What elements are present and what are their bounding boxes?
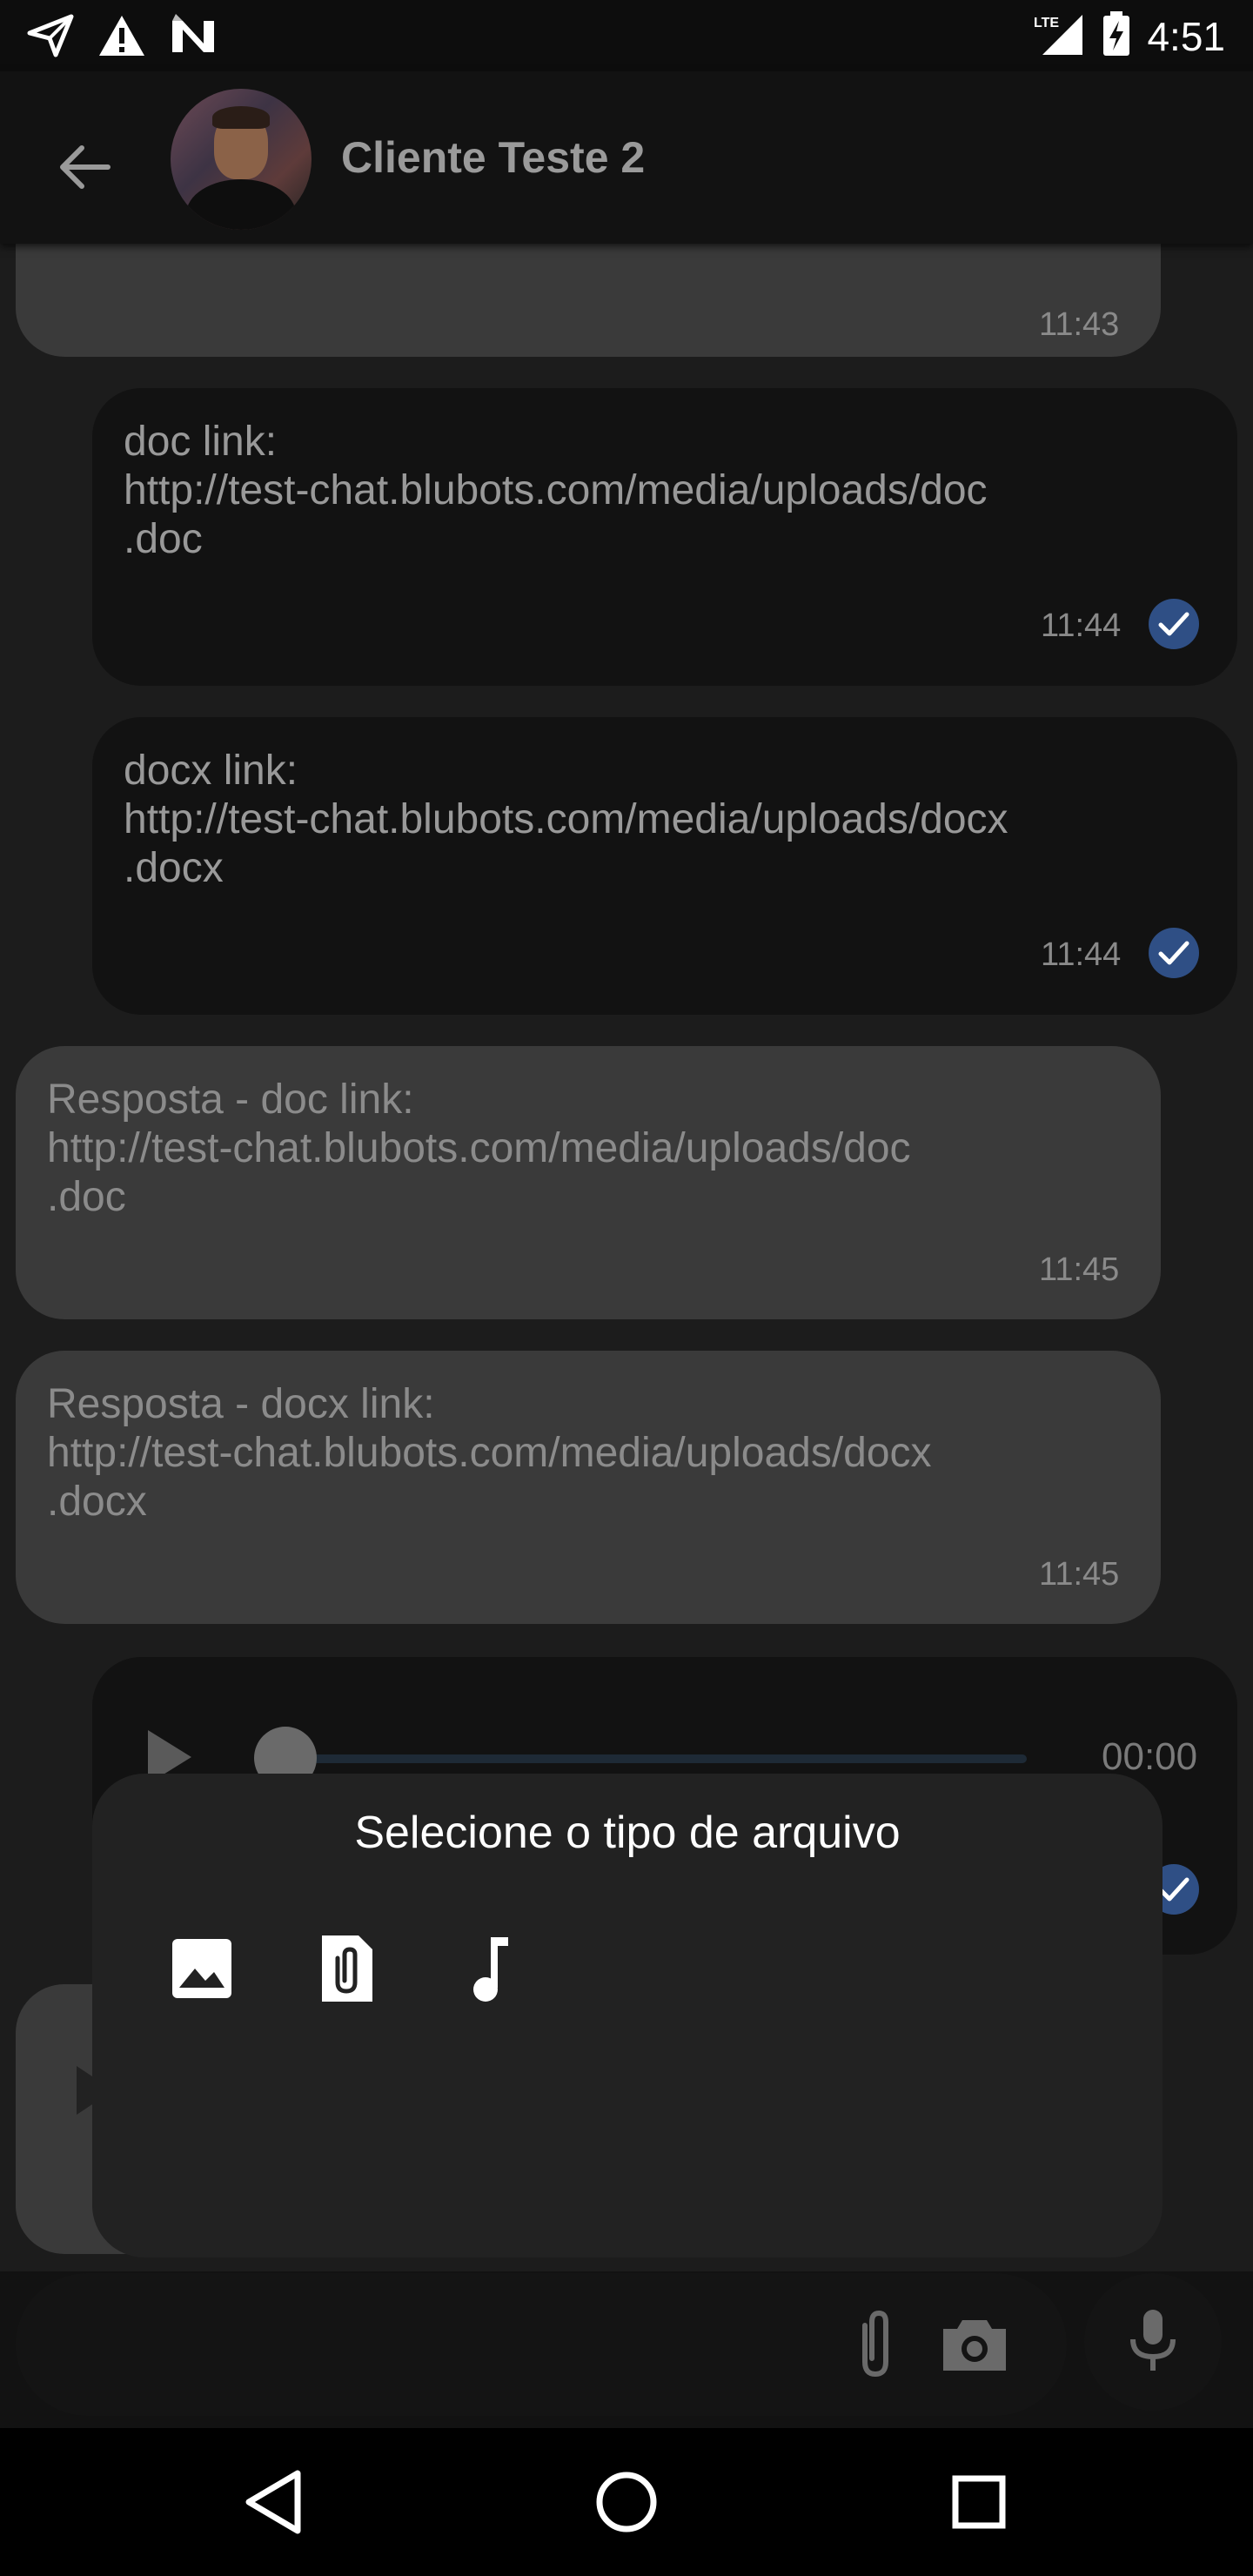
message-text: doc link: http://test-chat.blubots.com/m…: [124, 419, 988, 562]
read-check-icon: [1149, 928, 1199, 978]
attach-button[interactable]: [835, 2304, 915, 2385]
warning-icon: [97, 14, 146, 62]
image-icon: [172, 1939, 231, 1998]
message-time: 11:45: [1039, 1556, 1120, 1593]
recents-square-icon: [952, 2475, 1006, 2529]
message-text: Resposta - doc link: http://test-chat.bl…: [47, 1077, 911, 1220]
home-circle-icon: [596, 2472, 657, 2532]
message-bubble-outgoing[interactable]: docx link: http://test-chat.blubots.com/…: [92, 717, 1237, 1015]
send-notification-icon: [26, 14, 75, 62]
contact-name[interactable]: Cliente Teste 2: [341, 132, 645, 183]
message-bubble-outgoing[interactable]: doc link: http://test-chat.blubots.com/m…: [92, 388, 1237, 686]
system-nav-bar: [0, 2428, 1253, 2576]
chat-header: Cliente Teste 2: [0, 71, 1253, 244]
mic-button[interactable]: [1084, 2273, 1222, 2411]
audio-duration: 00:00: [1102, 1735, 1198, 1778]
arrow-back-icon: [60, 145, 111, 189]
nav-back-button[interactable]: [228, 2454, 324, 2550]
camera-button[interactable]: [935, 2304, 1015, 2385]
document-attachment-icon: [322, 1935, 372, 2002]
message-input-bar[interactable]: [16, 2273, 1067, 2416]
n-logo-icon: [169, 14, 218, 62]
nav-home-button[interactable]: [579, 2454, 674, 2550]
message-text: docx link: http://test-chat.blubots.com/…: [124, 748, 1008, 891]
message-time: 11:44: [1041, 607, 1122, 644]
paperclip-icon: [862, 2310, 888, 2378]
message-time: 11:43: [1039, 306, 1120, 343]
dialog-title: Selecione o tipo de arquivo: [354, 1808, 901, 1858]
camera-icon: [943, 2320, 1006, 2371]
nav-recents-button[interactable]: [931, 2454, 1027, 2550]
message-time: 11:44: [1041, 936, 1122, 973]
battery-charging-icon: [1102, 10, 1131, 62]
message-bubble-incoming[interactable]: Resposta - docx link: http://test-chat.b…: [16, 1351, 1161, 1624]
message-bubble-incoming[interactable]: 11:43: [16, 244, 1161, 357]
message-time: 11:45: [1039, 1251, 1120, 1288]
document-option-button[interactable]: [305, 1927, 388, 2010]
message-text: Resposta - docx link: http://test-chat.b…: [47, 1381, 932, 1525]
svg-text:LTE: LTE: [1034, 16, 1059, 30]
status-clock: 4:51: [1147, 13, 1225, 59]
back-button[interactable]: [50, 132, 120, 202]
back-triangle-icon: [245, 2470, 301, 2534]
music-note-icon: [473, 1937, 508, 2002]
contact-avatar[interactable]: [171, 89, 312, 230]
audio-option-button[interactable]: [449, 1927, 533, 2010]
status-bar: LTE 4:51: [0, 0, 1253, 71]
image-option-button[interactable]: [160, 1927, 244, 2010]
microphone-icon: [1130, 2310, 1176, 2371]
file-type-dialog: Selecione o tipo de arquivo: [92, 1774, 1163, 2257]
read-check-icon: [1149, 599, 1199, 649]
message-bubble-incoming[interactable]: Resposta - doc link: http://test-chat.bl…: [16, 1046, 1161, 1319]
audio-progress-track[interactable]: [254, 1754, 1027, 1763]
signal-icon: LTE: [1034, 11, 1086, 61]
